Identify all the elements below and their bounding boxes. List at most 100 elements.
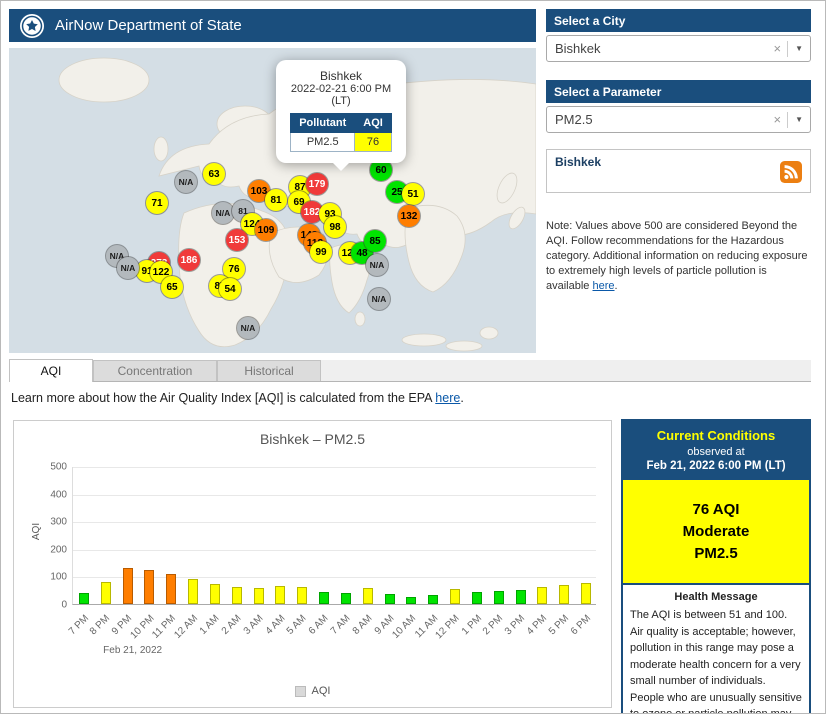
city-dropdown-value: Bishkek <box>555 41 601 56</box>
rss-icon[interactable] <box>780 161 802 183</box>
map-marker[interactable]: 54 <box>219 278 241 300</box>
x-tick-label: 12 AM <box>172 613 200 641</box>
chart-bar[interactable] <box>144 570 155 604</box>
map-marker[interactable]: 85 <box>364 230 386 252</box>
map-marker[interactable]: 109 <box>255 219 277 241</box>
chart-bar[interactable] <box>188 579 199 604</box>
map-marker[interactable]: N/A <box>212 202 234 224</box>
popup-datetime: 2022-02-21 6:00 PM <box>290 83 392 95</box>
chart-bar[interactable] <box>450 589 461 604</box>
chart-bar[interactable] <box>559 585 570 604</box>
rss-city-label: Bishkek <box>555 155 602 169</box>
note-text-end: . <box>614 280 618 292</box>
map-popup: Bishkek 2022-02-21 6:00 PM (LT) Pollutan… <box>276 60 406 171</box>
popup-city: Bishkek <box>319 69 363 83</box>
beyond-aqi-note: Note: Values above 500 are considered Be… <box>546 219 811 294</box>
x-tick-label: 1 PM <box>459 613 484 638</box>
chart-tabs: AQI Concentration Historical <box>9 359 811 382</box>
x-tick-label: 6 PM <box>568 613 593 638</box>
x-tick-label: 5 AM <box>285 613 310 637</box>
chart-bar[interactable] <box>428 595 439 604</box>
map-marker[interactable]: N/A <box>368 288 390 310</box>
tab-concentration[interactable]: Concentration <box>93 360 217 381</box>
epa-here-link[interactable]: here <box>435 391 460 405</box>
map-marker[interactable]: 99 <box>310 241 332 263</box>
x-tick-label: 3 PM <box>503 613 528 638</box>
map-marker[interactable]: 153 <box>226 229 248 251</box>
parameter-dropdown-arrow-icon[interactable]: ▼ <box>788 115 810 124</box>
note-text: Note: Values above 500 are considered Be… <box>546 220 808 292</box>
chart-title: Bishkek – PM2.5 <box>259 431 366 447</box>
city-dropdown[interactable]: Bishkek × ▼ <box>546 35 811 62</box>
chart-bar[interactable] <box>537 587 548 604</box>
current-conditions-panel: Current Conditions observed at Feb 21, 2… <box>621 419 811 714</box>
x-tick-label: 7 AM <box>328 613 353 637</box>
tab-historical[interactable]: Historical <box>217 360 321 381</box>
chart-bar[interactable] <box>515 590 526 604</box>
aqi-pollutant: PM2.5 <box>694 545 738 562</box>
aqi-value-box: 76 AQI Moderate PM2.5 <box>623 480 809 583</box>
observed-at-label: observed at <box>687 446 745 458</box>
aqi-world-map[interactable]: 63 N/A 71 103 81 87 179 69 60 25 51 132 N/A 81 124 109 1… <box>9 48 536 353</box>
x-tick-label: 2 PM <box>481 613 506 638</box>
chart-bar[interactable] <box>100 582 111 604</box>
map-marker[interactable]: N/A <box>366 254 388 276</box>
x-tick-label: 1 AM <box>197 613 222 637</box>
popup-aqi-value: 76 <box>354 132 392 152</box>
dos-seal-logo <box>19 13 45 39</box>
chart-bar[interactable] <box>122 568 133 604</box>
parameter-dropdown[interactable]: PM2.5 × ▼ <box>546 106 811 133</box>
parameter-clear-icon[interactable]: × <box>767 112 787 127</box>
chart-bar[interactable] <box>493 591 504 604</box>
learn-more-prefix: Learn more about how the Air Quality Ind… <box>11 391 436 405</box>
chart-bar[interactable] <box>78 593 89 604</box>
chart-bar[interactable] <box>581 583 592 604</box>
city-clear-icon[interactable]: × <box>767 41 787 56</box>
x-tick-label: 4 PM <box>524 613 550 638</box>
x-tick-label: 12 PM <box>433 613 462 642</box>
select-parameter-label: Select a Parameter <box>554 84 662 99</box>
x-tick-label: 2 AM <box>219 613 244 637</box>
x-axis-date-label: Feb 21, 2022 <box>103 645 163 656</box>
y-tick-label: 500 <box>50 461 67 473</box>
y-tick-label: 200 <box>50 544 67 556</box>
map-marker[interactable]: 71 <box>146 192 168 214</box>
tab-aqi[interactable]: AQI <box>9 359 93 382</box>
map-marker[interactable]: 132 <box>398 205 420 227</box>
map-marker[interactable]: 186 <box>178 249 200 271</box>
chart-bar[interactable] <box>384 594 395 604</box>
map-marker[interactable]: 81 <box>265 189 287 211</box>
current-conditions-header: Current Conditions observed at Feb 21, 2… <box>623 421 809 480</box>
y-tick-label: 400 <box>50 489 67 501</box>
x-tick-label: 3 AM <box>241 613 266 637</box>
map-marker[interactable]: 65 <box>161 276 183 298</box>
map-marker[interactable]: N/A <box>117 257 139 279</box>
x-tick-label: 6 AM <box>306 613 331 637</box>
chart-bar[interactable] <box>362 588 373 604</box>
chart-bar[interactable] <box>209 584 220 604</box>
health-message-text: The AQI is between 51 and 100. Air quali… <box>630 609 802 714</box>
map-marker[interactable]: 98 <box>324 216 346 238</box>
chart-bar[interactable] <box>471 592 482 604</box>
chart-bar[interactable] <box>297 587 308 604</box>
chart-bar[interactable] <box>319 592 330 604</box>
chart-bar[interactable] <box>406 597 417 604</box>
legend-swatch <box>294 685 306 697</box>
city-dropdown-arrow-icon[interactable]: ▼ <box>788 44 810 53</box>
map-marker[interactable]: 51 <box>402 183 424 205</box>
chart-bar[interactable] <box>253 588 264 604</box>
y-tick-label: 0 <box>61 599 67 611</box>
health-message-title: Health Message <box>674 591 758 603</box>
learn-more-suffix: . <box>460 391 464 405</box>
map-marker[interactable]: N/A <box>237 317 259 339</box>
chart-bar[interactable] <box>166 574 177 604</box>
chart-bar[interactable] <box>231 587 242 604</box>
map-marker[interactable]: N/A <box>175 171 197 193</box>
page-title: AirNow Department of State <box>55 17 242 34</box>
x-tick-label: 7 PM <box>66 613 91 638</box>
map-marker[interactable]: 179 <box>306 173 328 195</box>
chart-bar[interactable] <box>275 586 286 604</box>
map-marker[interactable]: 63 <box>203 163 225 185</box>
chart-bar[interactable] <box>340 593 351 604</box>
note-here-link[interactable]: here <box>592 280 614 292</box>
